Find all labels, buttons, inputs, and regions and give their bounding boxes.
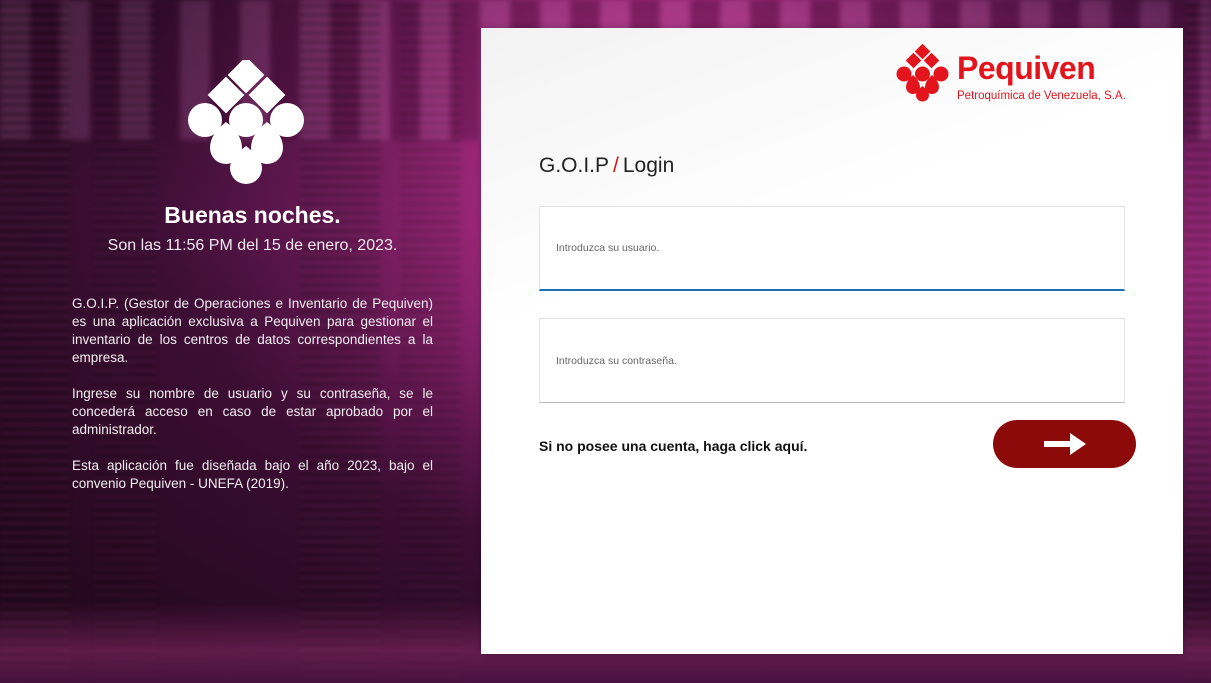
title-page-name: Login (622, 154, 675, 177)
title-app-name: G.O.I.P (539, 154, 610, 177)
app-description: G.O.I.P. (Gestor de Operaciones e Invent… (72, 296, 433, 365)
username-input[interactable] (540, 207, 1124, 289)
current-datetime: Son las 11:56 PM del 15 de enero, 2023. (107, 237, 398, 254)
pequiven-diamond-icon (896, 44, 949, 102)
pequiven-white-diamond-icon (187, 60, 304, 184)
title-separator: / (613, 154, 619, 177)
signup-link[interactable]: Si no posee una cuenta, haga click aquí. (539, 438, 807, 454)
password-field-container (539, 318, 1125, 403)
background-rack (1185, 0, 1211, 683)
login-submit-button[interactable] (993, 420, 1136, 468)
pequiven-logo: Pequiven Petroquímica de Venezuela, S.A. (895, 40, 1135, 106)
arrow-right-icon (1043, 433, 1086, 455)
username-field-container (539, 206, 1125, 291)
welcome-panel: Buenas noches. Son las 11:56 PM del 15 d… (60, 50, 445, 493)
greeting-heading: Buenas noches. (164, 202, 341, 228)
logo-subtitle: Petroquímica de Venezuela, S.A. (957, 90, 1126, 102)
password-input[interactable] (540, 319, 1124, 402)
app-credits: Esta aplicación fue diseñada bajo el año… (72, 458, 433, 491)
login-card: Pequiven Petroquímica de Venezuela, S.A.… (481, 28, 1183, 654)
logo-name: Pequiven (957, 50, 1096, 86)
login-instructions: Ingrese su nombre de usuario y su contra… (72, 386, 433, 437)
page-title: G.O.I.P / Login (539, 154, 674, 178)
